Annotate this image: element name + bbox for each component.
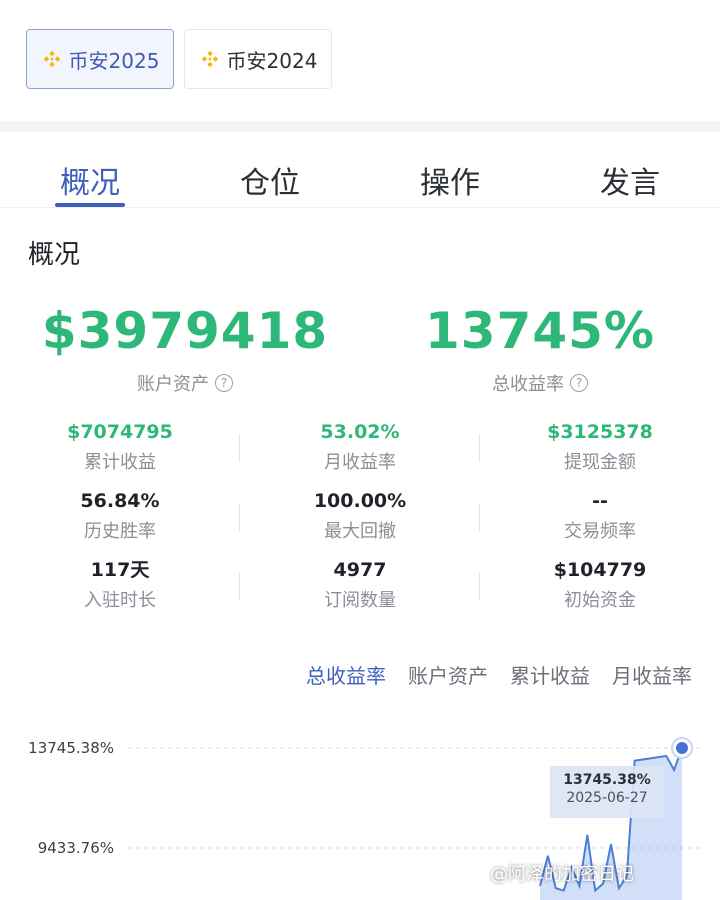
chart-tabs: 总收益率 账户资产 累计收益 月收益率 xyxy=(306,660,692,689)
binance-logo-icon xyxy=(43,50,60,68)
stat-value: 100.00% xyxy=(313,490,407,512)
y-tick-label: 13745.38% xyxy=(28,739,114,757)
y-tick-label: 9433.76% xyxy=(38,839,114,857)
stat-max-drawdown: 100.00% 最大回撤 xyxy=(240,487,480,556)
binance-logo-icon xyxy=(201,50,218,68)
tab-posts[interactable]: 发言 xyxy=(540,150,720,207)
stat-trade-frequency: -- 交易频率 xyxy=(480,487,720,556)
stat-label: 最大回撤 xyxy=(324,521,396,542)
stats-grid: $7074795 累计收益 53.02% 月收益率 $3125378 提现金额 … xyxy=(0,418,720,625)
stat-label: 初始资金 xyxy=(564,590,636,611)
section-divider xyxy=(0,121,720,132)
main-tabs: 概况 仓位 操作 发言 xyxy=(0,150,720,208)
year-tab-2024[interactable]: 币安2024 xyxy=(184,29,332,89)
section-title: 概况 xyxy=(28,240,81,270)
stat-value: 56.84% xyxy=(80,490,160,512)
chart-tab-total-return[interactable]: 总收益率 xyxy=(306,660,386,689)
stat-win-rate: 56.84% 历史胜率 xyxy=(0,487,240,556)
tab-overview[interactable]: 概况 xyxy=(0,150,180,207)
total-return-value: 13745% xyxy=(424,302,656,360)
stat-value: -- xyxy=(592,490,608,512)
account-assets-value: $3979418 xyxy=(41,302,329,360)
year-tabs: 币安2025 币安2024 xyxy=(26,29,332,89)
stat-withdrawn: $3125378 提现金额 xyxy=(480,418,720,487)
chart-tooltip: 13745.38% 2025-06-27 xyxy=(550,766,664,818)
stat-label: 提现金额 xyxy=(564,452,636,473)
stat-tenure: 117天 入驻时长 xyxy=(0,556,240,625)
total-return-metric: 13745% 总收益率 ? xyxy=(400,302,680,396)
stat-value: 4977 xyxy=(333,559,387,581)
total-return-label: 总收益率 xyxy=(492,374,564,395)
tab-operations[interactable]: 操作 xyxy=(360,150,540,207)
help-icon[interactable]: ? xyxy=(570,374,588,392)
chart-tab-cumulative-profit[interactable]: 累计收益 xyxy=(510,660,590,689)
tab-positions[interactable]: 仓位 xyxy=(180,150,360,207)
stat-value: 117天 xyxy=(90,559,150,581)
stat-label: 历史胜率 xyxy=(84,521,156,542)
stats-row: 117天 入驻时长 4977 订阅数量 $104779 初始资金 xyxy=(0,556,720,625)
stat-label: 入驻时长 xyxy=(84,590,156,611)
stat-label: 订阅数量 xyxy=(324,590,396,611)
chart-tab-account-assets[interactable]: 账户资产 xyxy=(408,660,488,689)
account-assets-label: 账户资产 xyxy=(137,374,209,395)
stat-value: $104779 xyxy=(553,559,647,581)
account-assets-metric: $3979418 账户资产 ? xyxy=(40,302,330,396)
stat-subscriptions: 4977 订阅数量 xyxy=(240,556,480,625)
stats-row: $7074795 累计收益 53.02% 月收益率 $3125378 提现金额 xyxy=(0,418,720,487)
stat-initial-capital: $104779 初始资金 xyxy=(480,556,720,625)
stats-row: 56.84% 历史胜率 100.00% 最大回撤 -- 交易频率 xyxy=(0,487,720,556)
stat-label: 累计收益 xyxy=(84,452,156,473)
year-tab-label: 币安2024 xyxy=(226,48,318,73)
stat-label: 月收益率 xyxy=(324,452,396,473)
stat-label: 交易频率 xyxy=(564,521,636,542)
stat-value: $3125378 xyxy=(547,421,653,443)
data-point[interactable] xyxy=(676,742,688,754)
tooltip-value: 13745.38% xyxy=(563,772,651,788)
stat-monthly-return: 53.02% 月收益率 xyxy=(240,418,480,487)
stat-cumulative-profit: $7074795 累计收益 xyxy=(0,418,240,487)
chart-tab-monthly-return[interactable]: 月收益率 xyxy=(612,660,692,689)
help-icon[interactable]: ? xyxy=(215,374,233,392)
year-tab-label: 币安2025 xyxy=(68,48,160,73)
watermark-text: @阿泽的加密日记 xyxy=(490,864,634,885)
watermark: @阿泽的加密日记 xyxy=(490,860,634,886)
stat-value: 53.02% xyxy=(320,421,400,443)
year-tab-2025[interactable]: 币安2025 xyxy=(26,29,174,89)
stat-value: $7074795 xyxy=(67,421,173,443)
tooltip-date: 2025-06-27 xyxy=(566,790,648,806)
